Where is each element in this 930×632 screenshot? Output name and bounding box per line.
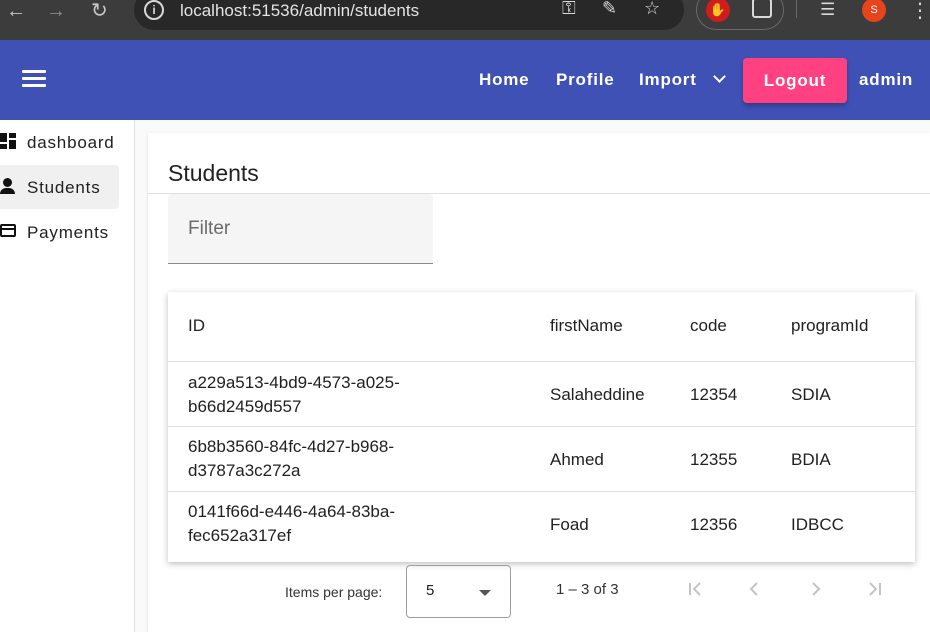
column-header-id[interactable]: ID (188, 316, 205, 336)
sidebar-item-dashboard[interactable]: dashboard (0, 120, 119, 164)
dashboard-icon (0, 133, 16, 149)
site-info-icon[interactable]: i (144, 0, 164, 20)
column-header-firstname[interactable]: firstName (550, 316, 623, 336)
sidebar: dashboard Students Payments (0, 120, 135, 632)
logout-button[interactable]: Logout (743, 58, 847, 103)
toolbar-divider (796, 0, 797, 18)
page-size-select[interactable]: 5 (406, 565, 511, 618)
cell-id-line2: d3787a3c272a (188, 461, 301, 480)
browser-chrome: ← → ↻ i localhost:51536/admin/students ⚿… (0, 0, 930, 40)
menu-icon[interactable] (22, 68, 46, 90)
header-divider (168, 361, 915, 362)
sidebar-item-label: Payments (27, 223, 109, 242)
cell-id-line1: 0141f66d-e446-4a64-83ba- (188, 502, 396, 521)
nav-home[interactable]: Home (479, 40, 529, 120)
cell-code: 12354 (690, 385, 738, 404)
cell-id-line2: fec652a317ef (188, 526, 292, 545)
cell-firstname: Foad (550, 515, 589, 534)
cell-programid: BDIA (791, 450, 831, 469)
page-size-value: 5 (426, 582, 435, 599)
row-divider (168, 426, 915, 427)
cell-programid: SDIA (791, 385, 831, 404)
sidebar-item-students[interactable]: Students (0, 165, 119, 209)
items-per-page-label: Items per page: (285, 584, 383, 600)
back-arrow-icon[interactable]: ← (6, 0, 26, 24)
dropdown-arrow-icon (479, 590, 491, 596)
previous-page-icon[interactable] (743, 577, 767, 601)
credit-card-icon (0, 224, 16, 237)
username-label: admin (859, 70, 914, 89)
cell-id-line1: 6b8b3560-84fc-4d27-b968- (188, 437, 395, 456)
students-card: Students ID firstName code programId a22… (148, 133, 930, 632)
cell-id-line1: a229a513-4bd9-4573-a025- (188, 373, 400, 392)
cell-id-line2: b66d2459d557 (188, 397, 302, 416)
person-icon (0, 178, 16, 194)
sidebar-item-label: dashboard (27, 133, 115, 152)
page-title: Students (168, 160, 259, 186)
cell-code: 12355 (690, 450, 738, 469)
nav-import[interactable]: Import (639, 40, 697, 120)
cell-programid: IDBCC (791, 515, 844, 534)
row-divider (168, 491, 915, 492)
reload-icon[interactable]: ↻ (91, 0, 108, 24)
media-control-icon[interactable]: ☰ (820, 0, 835, 20)
nav-profile[interactable]: Profile (556, 40, 615, 120)
chevron-down-icon[interactable] (714, 73, 724, 83)
forward-arrow-icon[interactable]: → (46, 0, 66, 24)
extensions-puzzle-icon[interactable] (752, 0, 772, 18)
column-header-programid[interactable]: programId (791, 316, 868, 336)
filter-input[interactable] (188, 216, 413, 242)
translate-icon[interactable]: ✎ (602, 0, 617, 19)
first-page-icon[interactable] (683, 577, 707, 601)
cell-firstname: Ahmed (550, 450, 604, 469)
cell-firstname: Salaheddine (550, 385, 645, 404)
bookmark-star-icon[interactable]: ☆ (644, 0, 660, 19)
page-range-label: 1 – 3 of 3 (556, 581, 619, 598)
cell-code: 12356 (690, 515, 738, 534)
address-bar[interactable]: i localhost:51536/admin/students ⚿ ✎ ☆ (134, 0, 684, 30)
sidebar-item-payments[interactable]: Payments (0, 210, 119, 254)
last-page-icon[interactable] (863, 577, 887, 601)
paginator: Items per page: 5 1 – 3 of 3 (148, 563, 930, 632)
sidebar-item-label: Students (27, 178, 101, 197)
profile-avatar[interactable]: S (862, 0, 886, 22)
more-vert-icon[interactable]: ⋮ (910, 0, 930, 23)
next-page-icon[interactable] (803, 577, 827, 601)
column-header-code[interactable]: code (690, 316, 727, 336)
students-table: ID firstName code programId a229a513-4bd… (168, 292, 915, 562)
filter-field[interactable] (168, 194, 433, 264)
url-text[interactable]: localhost:51536/admin/students (180, 1, 419, 21)
key-icon[interactable]: ⚿ (562, 0, 576, 19)
app-toolbar: Home Profile Import Logout admin (0, 40, 930, 120)
